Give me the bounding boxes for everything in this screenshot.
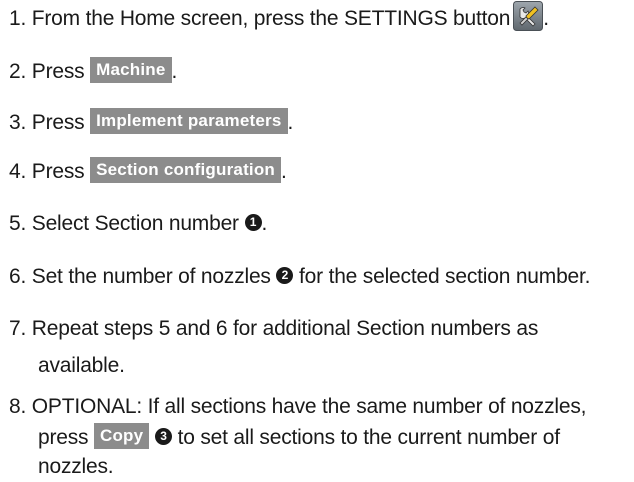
step-5: 5. Select Section number 1. [9, 209, 631, 239]
step-1: 1. From the Home screen, press the SETTI… [9, 1, 631, 34]
step-number: 6. [9, 265, 27, 288]
step-text: Press [31, 160, 85, 183]
section-configuration-button: Section configuration [90, 157, 282, 184]
step-7: 7. Repeat steps 5 and 6 for additional S… [9, 314, 631, 344]
step-text: From the Home screen, press the SETTINGS… [31, 7, 511, 30]
callout-1: 1 [244, 213, 262, 231]
step-text: Press [31, 60, 85, 83]
step-number: 5. [9, 212, 27, 235]
step-text: available. [38, 354, 125, 377]
step-text-end: . [287, 111, 294, 134]
step-text: Select Section number [31, 212, 239, 235]
step-number: 4. [9, 160, 27, 183]
step-text: to set all sections to the current numbe… [177, 426, 560, 449]
settings-tools-icon [513, 1, 544, 32]
step-8-continuation-2: nozzles. [38, 452, 114, 482]
step-number: 7. [9, 317, 27, 340]
step-text-end: . [171, 60, 178, 83]
step-number: 8. [9, 395, 27, 418]
step-text: Press [31, 111, 85, 134]
step-number: 3. [9, 111, 27, 134]
copy-button: Copy [94, 423, 150, 450]
step-text-end: . [281, 160, 287, 183]
step-text: Set the number of nozzles [31, 265, 271, 288]
step-3: 3. Press Implement parameters. [9, 108, 631, 138]
step-7-continuation: available. [38, 351, 125, 381]
step-text-end: . [543, 7, 549, 30]
step-number: 1. [9, 7, 27, 30]
step-number: 2. [9, 60, 27, 83]
step-text: OPTIONAL: If all sections have the same … [31, 395, 587, 418]
implement-parameters-button: Implement parameters [90, 108, 288, 135]
step-8: 8. OPTIONAL: If all sections have the sa… [9, 392, 631, 422]
step-2: 2. Press Machine. [9, 57, 631, 87]
callout-3: 3 [154, 427, 172, 445]
step-text: press [38, 426, 89, 449]
machine-button: Machine [90, 57, 172, 84]
step-4: 4. Press Section configuration. [9, 157, 631, 187]
callout-2: 2 [276, 266, 294, 284]
step-text-end: for the selected section number. [299, 265, 591, 288]
step-text-end: . [261, 212, 268, 235]
step-8-continuation: press Copy 3 to set all sections to the … [38, 423, 560, 453]
step-6: 6. Set the number of nozzles 2 for the s… [9, 262, 631, 292]
step-text: Repeat steps 5 and 6 for additional Sect… [31, 317, 539, 340]
step-text: nozzles. [38, 455, 114, 478]
